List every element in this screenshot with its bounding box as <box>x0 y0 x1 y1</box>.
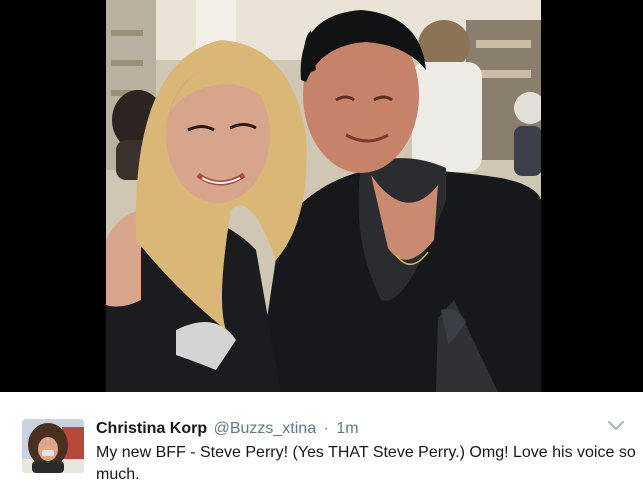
tweet-text: My new BFF - Steve Perry! (Yes THAT Stev… <box>96 444 636 483</box>
timestamp[interactable]: 1m <box>336 420 358 437</box>
selfie-photo[interactable] <box>106 0 541 392</box>
tweet-header: Christina Korp @Buzzs_xtina · 1m <box>96 419 359 439</box>
photo-illustration <box>106 0 541 392</box>
avatar[interactable] <box>22 419 84 473</box>
avatar-image <box>22 419 84 473</box>
separator-dot: · <box>323 420 329 437</box>
tweet[interactable]: Christina Korp @Buzzs_xtina · 1m My new … <box>0 392 643 498</box>
display-name[interactable]: Christina Korp <box>96 420 207 437</box>
tweet-media[interactable] <box>0 0 643 392</box>
handle[interactable]: @Buzzs_xtina <box>214 420 317 437</box>
chevron-down-icon[interactable] <box>606 418 626 434</box>
